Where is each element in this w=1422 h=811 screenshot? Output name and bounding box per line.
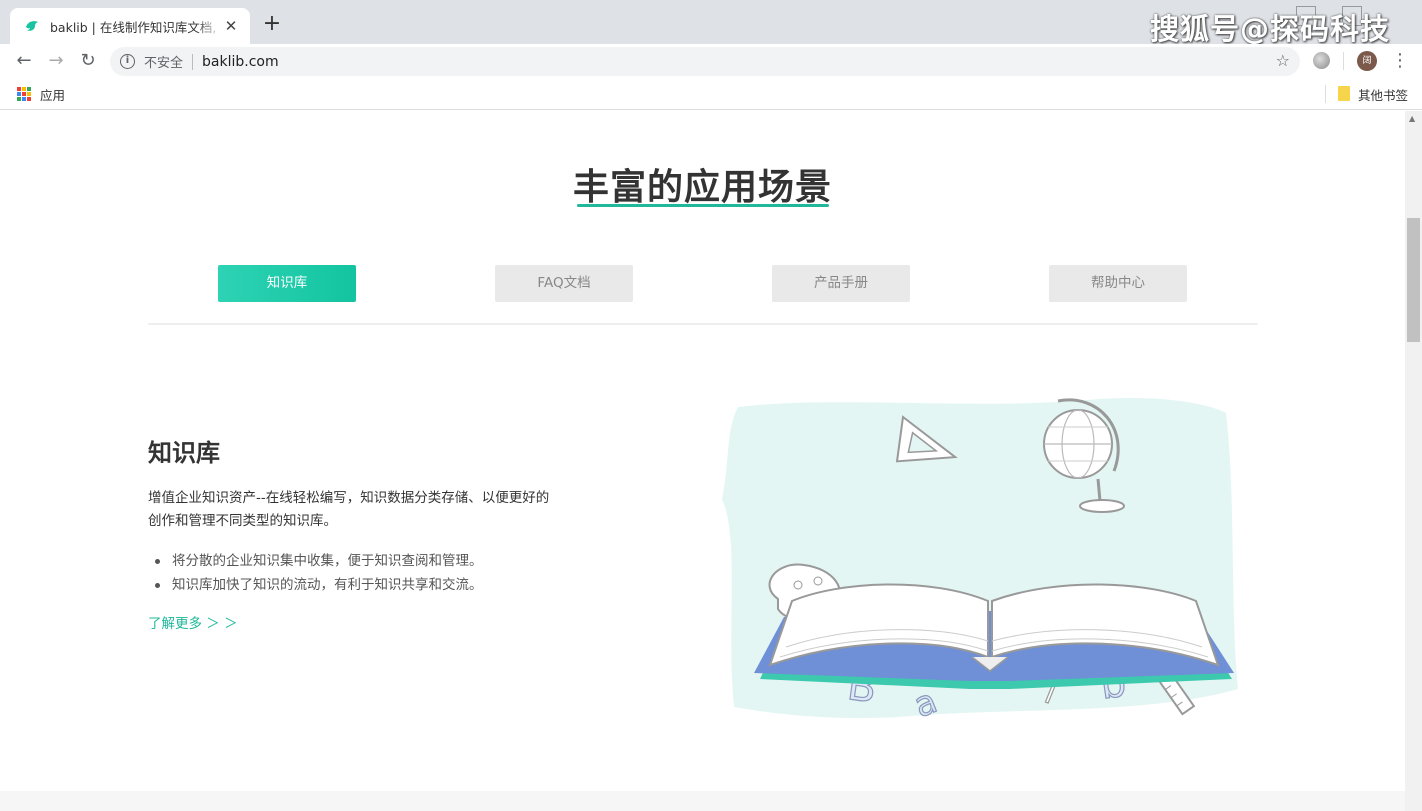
bookmarks-bar: 应用 其他书签 bbox=[0, 78, 1422, 110]
close-tab-icon[interactable]: ✕ bbox=[222, 17, 240, 35]
page-viewport: 丰富的应用场景 知识库 FAQ文档 产品手册 帮助中心 知识库 增值企业知识资产… bbox=[0, 111, 1405, 811]
bookmark-separator bbox=[1325, 85, 1326, 103]
reload-icon[interactable]: ↻ bbox=[76, 49, 100, 73]
more-menu-icon[interactable]: ⋮ bbox=[1390, 50, 1410, 72]
forward-arrow-icon[interactable]: → bbox=[44, 49, 68, 73]
omnibox-separator bbox=[192, 53, 194, 70]
section-title: 丰富的应用场景 bbox=[572, 167, 832, 208]
content-title: 知识库 bbox=[148, 439, 220, 467]
list-item: 知识库加快了知识的流动，有利于知识共享和交流。 bbox=[148, 573, 483, 597]
tab-strip: baklib | 在线制作知识库文档, 帮 ✕ + 搜狐号@探码科技 bbox=[0, 0, 1422, 46]
scroll-up-icon[interactable]: ▲ bbox=[1409, 114, 1415, 123]
apps-grid-icon[interactable] bbox=[17, 87, 31, 101]
profile-avatar[interactable]: 阔 bbox=[1357, 51, 1377, 71]
tab-knowledge-base[interactable]: 知识库 bbox=[218, 265, 356, 302]
browser-toolbar: ← → ↻ i 不安全 baklib.com ☆ bbox=[0, 44, 1422, 78]
title-underline bbox=[577, 204, 829, 207]
scrollbar-thumb[interactable] bbox=[1407, 218, 1420, 342]
tab-title: baklib | 在线制作知识库文档, 帮 bbox=[50, 19, 222, 35]
feature-list: 将分散的企业知识集中收集，便于知识查阅和管理。 知识库加快了知识的流动，有利于知… bbox=[148, 549, 483, 597]
learn-more-link[interactable]: 了解更多 ＞ ＞ bbox=[148, 612, 238, 632]
tab-help-center[interactable]: 帮助中心 bbox=[1049, 265, 1187, 302]
address-bar[interactable]: i 不安全 baklib.com ☆ bbox=[110, 47, 1300, 76]
tab-product-manual[interactable]: 产品手册 bbox=[772, 265, 910, 302]
apps-bookmark[interactable]: 应用 bbox=[40, 85, 65, 104]
watermark-text: 搜狐号@探码科技 bbox=[1149, 12, 1390, 46]
new-tab-button[interactable]: + bbox=[260, 12, 284, 36]
tab-faq-docs[interactable]: FAQ文档 bbox=[495, 265, 633, 302]
vertical-scrollbar[interactable]: ▲ bbox=[1405, 111, 1422, 811]
baklib-bird-icon bbox=[26, 21, 38, 31]
list-item: 将分散的企业知识集中收集，便于知识查阅和管理。 bbox=[148, 549, 483, 573]
extension-globe-icon[interactable] bbox=[1313, 52, 1330, 69]
security-label[interactable]: 不安全 bbox=[144, 52, 183, 71]
next-section-edge bbox=[0, 791, 1405, 811]
bookmark-star-icon[interactable]: ☆ bbox=[1276, 51, 1290, 70]
info-icon[interactable]: i bbox=[120, 54, 135, 69]
content-description: 增值企业知识资产--在线轻松编写，知识数据分类存储、以便更好的创作和管理不同类型… bbox=[148, 490, 550, 529]
back-arrow-icon[interactable]: ← bbox=[12, 49, 36, 73]
folder-icon[interactable] bbox=[1338, 86, 1350, 101]
tabs-divider bbox=[148, 323, 1258, 325]
browser-tab[interactable]: baklib | 在线制作知识库文档, 帮 ✕ bbox=[10, 8, 250, 44]
other-bookmarks[interactable]: 其他书签 bbox=[1358, 85, 1408, 104]
toolbar-separator bbox=[1343, 52, 1344, 70]
book-icon bbox=[754, 583, 1234, 689]
url-text[interactable]: baklib.com bbox=[202, 54, 279, 70]
